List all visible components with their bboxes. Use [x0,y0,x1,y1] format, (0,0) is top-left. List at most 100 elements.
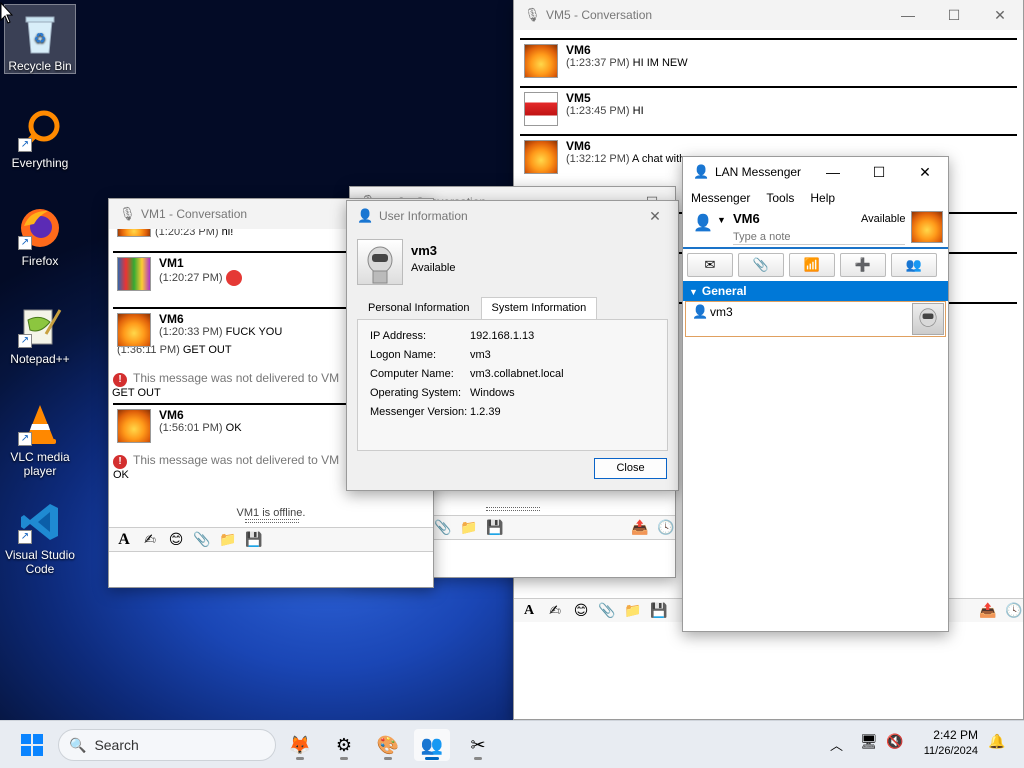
tab-personal-information[interactable]: Personal Information [357,297,481,319]
current-user-status[interactable]: Available [861,213,905,225]
user-name: vm3 [411,243,438,258]
group-chat-button[interactable]: 👥 [891,253,937,277]
history-icon[interactable]: 🕓 [1005,602,1023,619]
chevron-down-icon[interactable]: ▼ [717,215,726,225]
avatar [117,313,151,347]
font-color-icon[interactable]: ✍ [141,531,159,548]
maximize-button[interactable]: ☐ [931,0,977,30]
menu-messenger[interactable]: Messenger [691,187,750,209]
emoticon-icon[interactable]: 😊 [572,602,590,619]
sender-name: VM6 [566,139,591,153]
send-folder-icon[interactable]: 📁 [460,519,478,536]
vm5-title: VM5 - Conversation [546,8,653,22]
lan-messenger-icon: 👤 [357,208,374,223]
sender-name: VM5 [566,91,591,105]
messenger-version-value: 1.2.39 [470,406,501,418]
avatar [117,257,151,291]
taskbar-firefox[interactable]: 🦊 [282,729,318,761]
close-button[interactable]: ✕ [632,201,678,231]
status-icon[interactable]: 👤 [693,213,713,233]
group-header-general[interactable]: ▼ General [683,281,948,301]
close-button[interactable]: ✕ [977,0,1023,30]
current-user-avatar[interactable] [911,211,943,243]
save-icon[interactable]: 💾 [245,531,263,548]
add-contact-button[interactable]: ➕ [840,253,886,277]
start-button[interactable] [14,729,50,761]
splitter-handle[interactable] [245,519,299,523]
font-color-icon[interactable]: ✍ [546,602,564,619]
desktop-icon-notepad-plus-plus[interactable]: ↗ Notepad++ [4,298,76,370]
send-file-icon[interactable]: 📎 [598,602,616,619]
close-button[interactable]: ✕ [902,157,948,187]
desktop-icon-firefox[interactable]: ↗ Firefox [4,200,76,272]
send-file-icon[interactable]: 📎 [193,531,211,548]
avatar [117,229,151,237]
avatar [524,92,558,126]
desktop-icon-everything[interactable]: ↗ Everything [4,102,76,174]
show-hidden-icons-chevron-icon[interactable]: ︿ [830,735,843,754]
desktop-icon-vlc[interactable]: ↗ VLC media player [4,396,76,484]
splitter-handle[interactable] [486,507,540,511]
shortcut-arrow-icon: ↗ [18,530,32,544]
menu-tools[interactable]: Tools [766,187,794,209]
taskbar-search-box[interactable]: 🔍 Search [58,729,276,761]
share-icon[interactable]: 📤 [979,602,997,619]
lan-messenger-icon: 👥 [420,735,444,755]
save-icon[interactable]: 💾 [650,602,668,619]
close-dialog-button[interactable]: Close [594,458,667,479]
system-information-panel: IP Address: 192.168.1.13 Logon Name: vm3 C… [357,319,668,451]
tab-system-information[interactable]: System Information [480,297,598,319]
info-row: Operating System: Windows [370,387,655,406]
send-file-icon[interactable]: 📎 [434,519,452,536]
clock[interactable]: 2:42 PM 11/26/2024 [912,727,978,759]
minimize-button[interactable]: — [885,0,931,30]
font-icon[interactable]: A [115,531,133,549]
vm1-message-input[interactable] [109,551,433,587]
taskbar-lan-messenger[interactable]: 👥 [414,729,450,761]
clock-time: 2:42 PM [933,728,978,742]
menu-bar: Messenger Tools Help [683,187,948,209]
desktop-icon-label: Visual Studio Code [5,548,75,576]
shortcut-arrow-icon: ↗ [18,432,32,446]
send-file-button[interactable]: 📎 [738,253,784,277]
history-icon[interactable]: 🕓 [657,519,675,536]
notification-bell-icon[interactable]: 🔔 [988,733,1005,750]
emoticon-icon[interactable]: 😊 [167,531,185,548]
paint-icon: 🎨 [376,735,400,755]
info-row: IP Address: 192.168.1.13 [370,330,655,349]
desktop-icon-recycle-bin[interactable]: ♻ Recycle Bin [4,4,76,74]
message-text: OK [225,422,242,434]
volume-muted-icon[interactable]: 🔇 [886,733,903,750]
font-icon[interactable]: A [520,603,538,619]
maximize-button[interactable]: ☐ [856,157,902,187]
message-text: FUCK YOU [225,326,283,338]
message-time: (1:20:33 PM) [159,326,223,338]
current-user-name: VM6 [733,211,760,226]
broadcast-button[interactable]: ✉ [687,253,733,277]
taskbar-snipping-tool[interactable]: ✂ [460,729,496,761]
minimize-button[interactable]: — [810,157,856,187]
logon-name-value: vm3 [470,349,491,361]
message-time: (1:32:12 PM) [566,153,630,165]
menu-help[interactable]: Help [810,187,835,209]
message-text: GET OUT [182,344,232,356]
search-icon: 🔍 [69,736,87,753]
taskbar-paint[interactable]: 🎨 [370,729,406,761]
desktop-icon-label: Recycle Bin [8,59,72,73]
conversation-icon: 🎙 [119,206,136,221]
taskbar-settings[interactable]: ⚙ [326,729,362,761]
share-icon[interactable]: 📤 [631,519,649,536]
message-text: HI IM NEW [632,57,688,69]
network-icon[interactable]: 🖥 [860,733,878,750]
rss-button[interactable]: 📶 [789,253,835,277]
send-folder-icon[interactable]: 📁 [219,531,237,548]
user-status: Available [411,262,456,274]
save-icon[interactable]: 💾 [486,519,504,536]
note-input[interactable] [733,229,905,245]
contact-item[interactable]: 👤 vm3 [685,301,946,337]
send-folder-icon[interactable]: 📁 [624,602,642,619]
message-text: A chat with [632,153,686,165]
shortcut-arrow-icon: ↗ [18,138,32,152]
desktop-icon-vscode[interactable]: ↗ Visual Studio Code [4,494,76,582]
info-row: Messenger Version: 1.2.39 [370,406,655,425]
